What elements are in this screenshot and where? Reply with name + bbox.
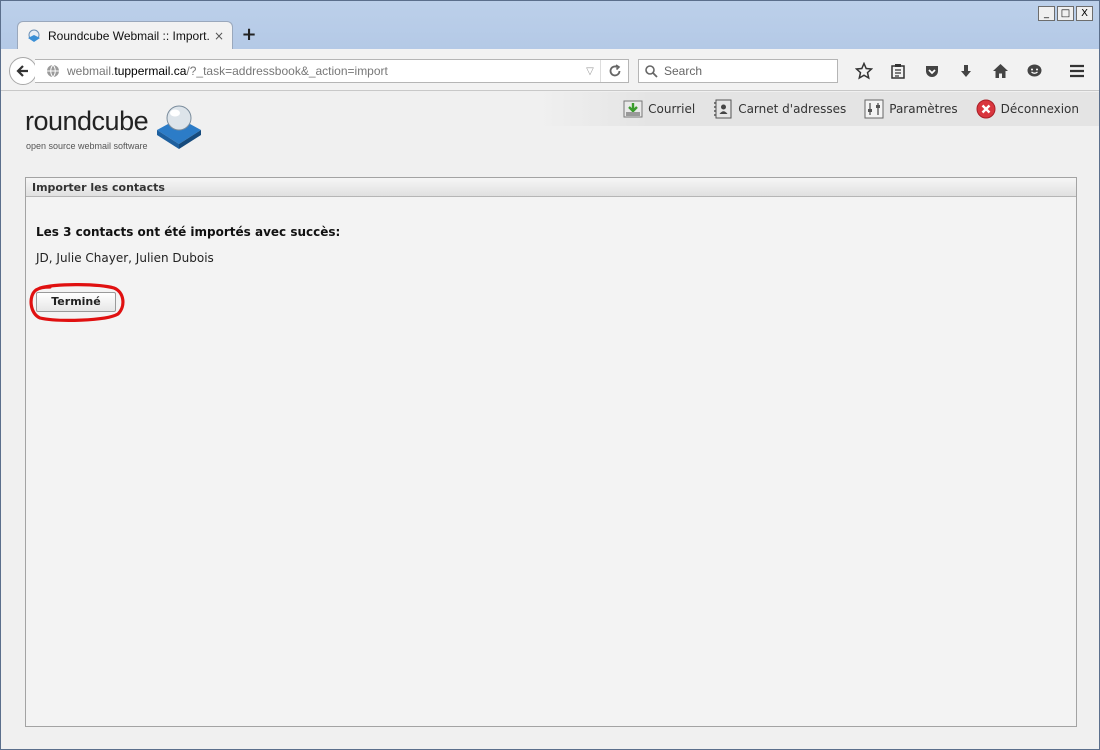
tab-title: Roundcube Webmail :: Import... bbox=[48, 28, 210, 43]
import-success-message: Les 3 contacts ont été importés avec suc… bbox=[36, 225, 341, 239]
reading-list-icon[interactable] bbox=[881, 59, 915, 83]
mail-icon bbox=[623, 100, 643, 118]
search-placeholder: Search bbox=[664, 64, 703, 78]
browser-window: _ □ X Roundcube Webmail :: Import... × +… bbox=[0, 0, 1100, 750]
tab-close-icon[interactable]: × bbox=[214, 29, 224, 43]
logo-tagline: open source webmail software bbox=[26, 141, 148, 151]
roundcube-cube-icon bbox=[157, 105, 201, 149]
download-icon[interactable] bbox=[949, 59, 983, 83]
hamburger-menu-icon[interactable] bbox=[1063, 59, 1091, 83]
nav-logout[interactable]: Déconnexion bbox=[976, 99, 1079, 119]
back-button[interactable] bbox=[9, 57, 37, 85]
browser-toolbar-icons bbox=[847, 59, 1051, 83]
webpage: roundcube open source webmail software C… bbox=[1, 92, 1099, 749]
url-host: tuppermail.ca bbox=[114, 64, 187, 78]
nav-settings-label: Paramètres bbox=[889, 102, 958, 116]
navigation-toolbar: webmail.tuppermail.ca/?_task=addressbook… bbox=[1, 49, 1099, 91]
search-icon bbox=[645, 64, 658, 78]
url-bar[interactable]: webmail.tuppermail.ca/?_task=addressbook… bbox=[35, 59, 629, 83]
search-input[interactable]: Search bbox=[638, 59, 838, 83]
nav-logout-label: Déconnexion bbox=[1000, 102, 1079, 116]
pocket-icon[interactable] bbox=[915, 59, 949, 83]
nav-mail-label: Courriel bbox=[648, 102, 696, 116]
nav-addressbook[interactable]: Carnet d'adresses bbox=[713, 99, 846, 119]
logout-icon bbox=[976, 99, 996, 119]
roundcube-favicon-icon bbox=[28, 29, 40, 42]
new-tab-button[interactable]: + bbox=[239, 25, 259, 45]
tab-roundcube[interactable]: Roundcube Webmail :: Import... × bbox=[17, 21, 233, 49]
chat-icon[interactable] bbox=[1017, 59, 1051, 83]
reload-icon[interactable] bbox=[600, 60, 628, 82]
bookmark-star-icon[interactable] bbox=[847, 59, 881, 83]
tab-strip: Roundcube Webmail :: Import... × + bbox=[1, 15, 1100, 49]
home-icon[interactable] bbox=[983, 59, 1017, 83]
roundcube-logo[interactable]: roundcube open source webmail software bbox=[25, 98, 215, 154]
url-text[interactable]: webmail.tuppermail.ca/?_task=addressbook… bbox=[67, 64, 580, 78]
back-arrow-icon bbox=[16, 65, 28, 77]
url-dropdown-icon[interactable]: ▽ bbox=[580, 66, 600, 77]
globe-icon bbox=[43, 61, 63, 81]
addressbook-icon bbox=[714, 99, 732, 119]
url-path: /?_task=addressbook&_action=import bbox=[186, 64, 388, 78]
done-button[interactable]: Terminé bbox=[36, 292, 116, 312]
imported-contacts-list: JD, Julie Chayer, Julien Dubois bbox=[36, 251, 214, 265]
panel-title: Importer les contacts bbox=[26, 178, 1076, 197]
top-navigation: Courriel Carnet d'adresses Paramètres Dé… bbox=[539, 92, 1099, 126]
url-prefix: webmail. bbox=[67, 64, 115, 78]
logo-wordmark: roundcube bbox=[25, 106, 149, 136]
nav-mail[interactable]: Courriel bbox=[623, 99, 695, 119]
nav-settings[interactable]: Paramètres bbox=[864, 99, 958, 119]
nav-addressbook-label: Carnet d'adresses bbox=[738, 102, 847, 116]
import-contacts-panel: Importer les contacts Les 3 contacts ont… bbox=[25, 177, 1077, 727]
settings-icon bbox=[864, 99, 884, 119]
